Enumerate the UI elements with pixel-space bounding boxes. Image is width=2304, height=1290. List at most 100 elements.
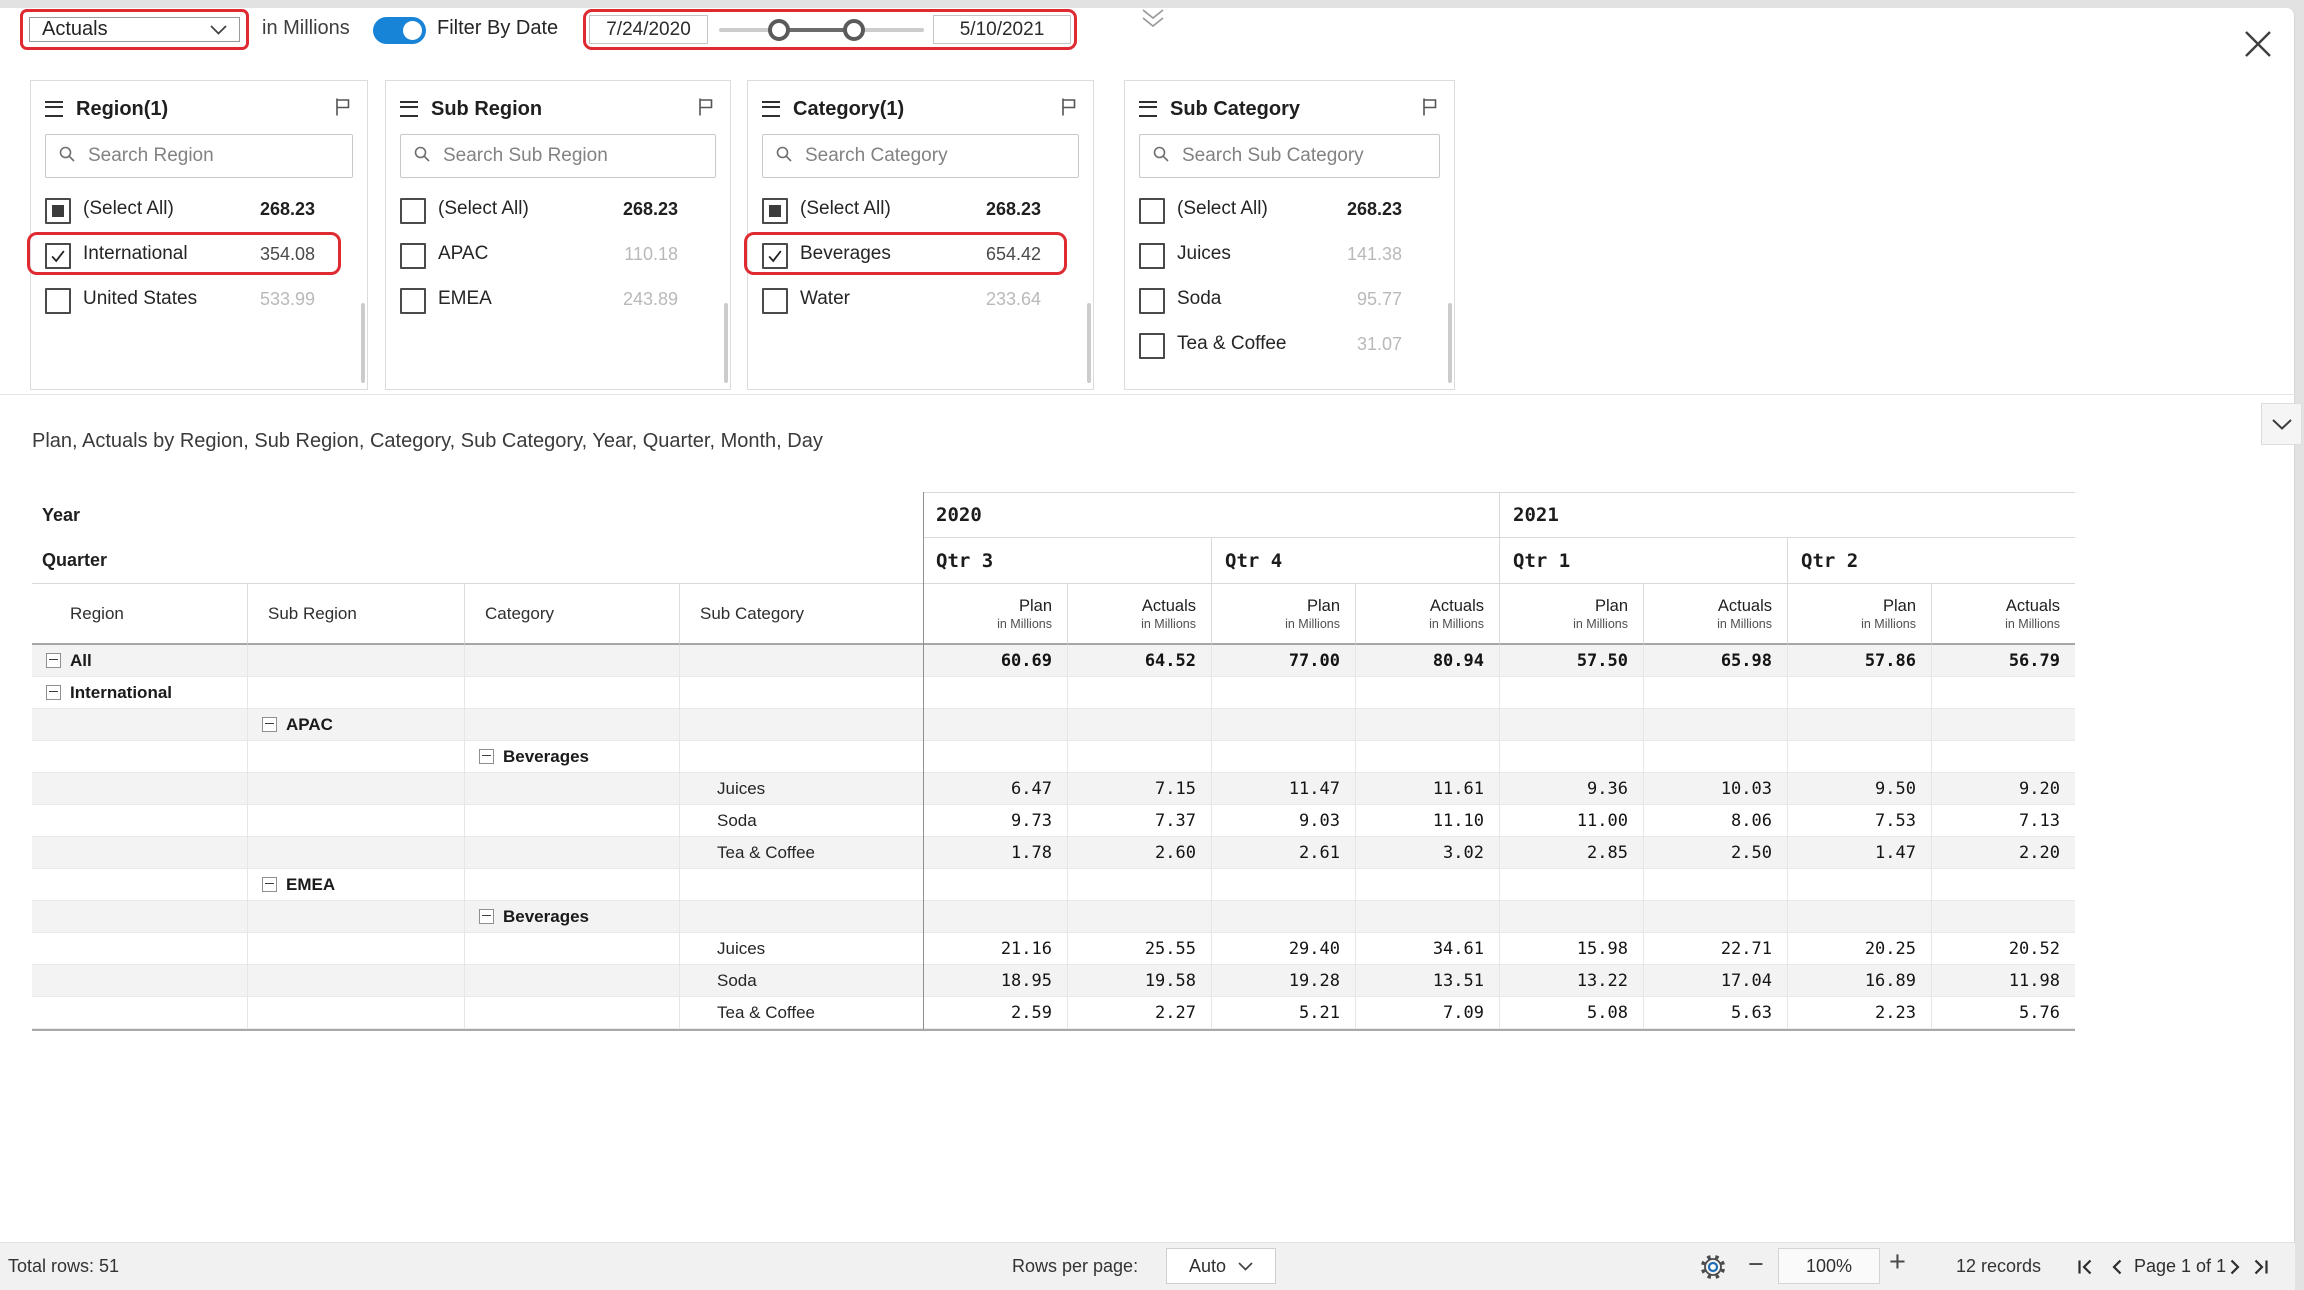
checkbox-unchecked[interactable] <box>1139 288 1165 314</box>
slicer-item[interactable]: Water233.64 <box>748 277 1093 322</box>
date-slider-end-handle[interactable] <box>843 19 865 41</box>
row-header-empty-cell <box>32 741 247 773</box>
flag-icon[interactable] <box>333 96 353 123</box>
checkbox-unchecked[interactable] <box>400 198 426 224</box>
settings-gear-icon[interactable] <box>1698 1252 1728 1282</box>
menu-icon[interactable] <box>1139 101 1157 117</box>
collapse-minus-icon[interactable] <box>262 717 277 732</box>
checkbox-unchecked[interactable] <box>45 288 71 314</box>
slicer-item[interactable]: Tea & Coffee31.07 <box>1125 322 1454 367</box>
first-page-button[interactable] <box>2076 1258 2094 1276</box>
slicer-scrollbar-thumb[interactable] <box>1087 303 1091 383</box>
checkbox-indeterminate[interactable] <box>45 198 71 224</box>
last-page-button[interactable] <box>2252 1258 2270 1276</box>
slicer-item[interactable]: APAC110.18 <box>386 232 730 277</box>
rows-per-page-dropdown[interactable]: Auto <box>1166 1248 1276 1284</box>
slicer-title: Sub Region <box>431 98 542 121</box>
slicer-scrollbar-thumb[interactable] <box>361 303 365 383</box>
value-cell <box>1787 901 1931 933</box>
slicer-item[interactable]: (Select All)268.23 <box>748 187 1093 232</box>
checkbox-unchecked[interactable] <box>400 288 426 314</box>
flag-icon[interactable] <box>696 96 716 123</box>
row-header-empty-cell <box>464 837 679 869</box>
zoom-out-button[interactable]: − <box>1748 1249 1764 1280</box>
checkbox-unchecked[interactable] <box>1139 243 1165 269</box>
search-input[interactable] <box>441 144 703 168</box>
search-input[interactable] <box>86 144 340 168</box>
value-cell: 2.50 <box>1643 837 1787 869</box>
slicer-scrollbar-thumb[interactable] <box>1448 303 1452 383</box>
previous-page-button[interactable] <box>2108 1258 2126 1276</box>
zoom-level-box[interactable]: 100% <box>1778 1248 1880 1284</box>
slicer-item[interactable]: EMEA243.89 <box>386 277 730 322</box>
slicer-search-box <box>400 134 716 178</box>
slicer-item[interactable]: Juices141.38 <box>1125 232 1454 277</box>
slicer-item-value: 354.08 <box>260 244 315 265</box>
value-cell <box>1211 709 1355 741</box>
flag-icon[interactable] <box>1420 96 1440 123</box>
checkbox-checked[interactable] <box>762 243 788 269</box>
slicer-item[interactable]: Beverages654.42 <box>748 232 1093 277</box>
checkbox-unchecked[interactable] <box>1139 198 1165 224</box>
checkbox-checked[interactable] <box>45 243 71 269</box>
next-page-button[interactable] <box>2226 1258 2244 1276</box>
measure-header: Planin Millions <box>923 584 1067 645</box>
quarter-row-label: Quarter <box>32 538 923 584</box>
checkbox-indeterminate[interactable] <box>762 198 788 224</box>
row-header-empty-cell <box>247 741 464 773</box>
checkbox-unchecked[interactable] <box>400 243 426 269</box>
row-header-empty-cell <box>464 997 679 1029</box>
slicer-item[interactable]: International354.08 <box>31 232 367 277</box>
value-cell: 9.03 <box>1211 805 1355 837</box>
menu-icon[interactable] <box>762 101 780 117</box>
slicer-scrollbar-thumb[interactable] <box>724 303 728 383</box>
collapse-minus-icon[interactable] <box>46 685 61 700</box>
flag-icon[interactable] <box>1059 96 1079 123</box>
value-cell: 64.52 <box>1067 645 1211 677</box>
measure-name: Actuals <box>1430 596 1484 616</box>
value-cell: 7.15 <box>1067 773 1211 805</box>
scroll-down-chevron-button[interactable] <box>2261 403 2302 445</box>
slicer-item[interactable]: Soda95.77 <box>1125 277 1454 322</box>
toggle-knob <box>403 21 422 40</box>
slicer-title: Region(1) <box>76 98 168 121</box>
checkbox-unchecked[interactable] <box>1139 333 1165 359</box>
row-label: All <box>70 651 92 671</box>
measure-dropdown[interactable]: Actuals <box>29 17 240 42</box>
collapse-minus-icon[interactable] <box>46 653 61 668</box>
value-cell: 5.08 <box>1499 997 1643 1029</box>
status-bar: Total rows: 51 Rows per page: Auto − 100… <box>0 1242 2295 1290</box>
value-cell <box>1355 709 1499 741</box>
date-end-input[interactable]: 5/10/2021 <box>933 15 1071 44</box>
zoom-in-button[interactable]: + <box>1889 1246 1906 1279</box>
date-slider-start-handle[interactable] <box>768 19 790 41</box>
menu-icon[interactable] <box>45 101 63 117</box>
search-input[interactable] <box>803 144 1066 168</box>
slicer-item[interactable]: United States533.99 <box>31 277 367 322</box>
collapse-minus-icon[interactable] <box>479 749 494 764</box>
collapse-double-chevron-icon[interactable] <box>1140 8 1166 35</box>
indeterminate-mark <box>769 205 781 217</box>
slicer-item[interactable]: (Select All)268.23 <box>386 187 730 232</box>
date-start-input[interactable]: 7/24/2020 <box>589 15 708 44</box>
row-header-empty-cell <box>32 965 247 997</box>
search-input[interactable] <box>1180 144 1429 168</box>
row-header-empty-cell <box>679 709 923 741</box>
checkbox-unchecked[interactable] <box>762 288 788 314</box>
row-header-empty-cell <box>247 773 464 805</box>
collapse-minus-icon[interactable] <box>479 909 494 924</box>
chevron-down-icon <box>210 25 227 35</box>
slicer-item[interactable]: (Select All)268.23 <box>31 187 367 232</box>
collapse-minus-icon[interactable] <box>262 877 277 892</box>
value-cell: 7.37 <box>1067 805 1211 837</box>
slicer-title: Sub Category <box>1170 98 1300 121</box>
filter-by-date-toggle[interactable] <box>373 17 426 44</box>
close-icon[interactable] <box>2238 24 2278 64</box>
slicer-item-label: APAC <box>438 243 488 265</box>
menu-icon[interactable] <box>400 101 418 117</box>
value-cell: 11.00 <box>1499 805 1643 837</box>
value-cell: 18.95 <box>923 965 1067 997</box>
measure-unit: in Millions <box>2005 616 2060 632</box>
slicer-item-label: Beverages <box>800 243 891 265</box>
slicer-item[interactable]: (Select All)268.23 <box>1125 187 1454 232</box>
